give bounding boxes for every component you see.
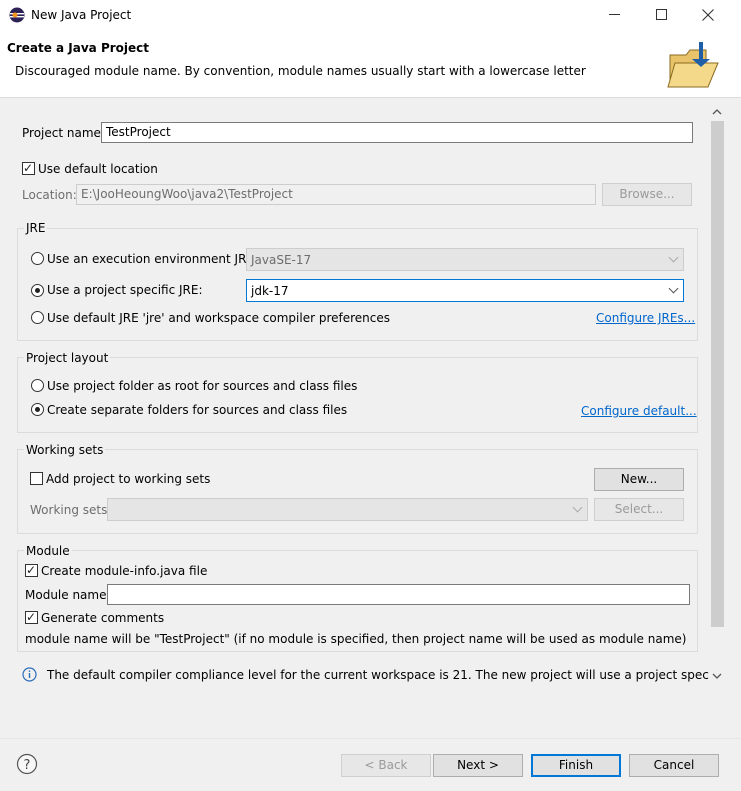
project-specific-jre-radio[interactable] bbox=[31, 284, 44, 297]
use-default-location-checkbox[interactable] bbox=[22, 161, 35, 175]
info-icon bbox=[22, 667, 37, 682]
project-name-field[interactable]: TestProject bbox=[101, 122, 693, 143]
chevron-down-icon bbox=[668, 252, 679, 263]
finish-button[interactable]: Finish bbox=[531, 754, 621, 777]
banner-message: Discouraged module name. By convention, … bbox=[15, 64, 586, 78]
generate-comments-checkbox[interactable] bbox=[25, 610, 38, 624]
cancel-button[interactable]: Cancel bbox=[629, 754, 719, 777]
project-name-label: Project name: bbox=[22, 126, 105, 140]
add-to-working-sets-label: Add project to working sets bbox=[46, 472, 211, 486]
jre-group-label: JRE bbox=[24, 220, 48, 236]
project-specific-jre-value: jdk-17 bbox=[251, 284, 289, 298]
working-sets-label: Working sets: bbox=[30, 503, 112, 517]
create-module-info-label: Create module-info.java file bbox=[41, 564, 208, 578]
create-module-info-checkbox[interactable] bbox=[25, 563, 38, 577]
exec-env-label: Use an execution environment JRE: bbox=[47, 252, 259, 266]
scroll-up-icon[interactable] bbox=[712, 108, 722, 116]
layout-separate-radio[interactable] bbox=[31, 403, 44, 416]
banner-title: Create a Java Project bbox=[7, 41, 150, 55]
use-default-location-label: Use default location bbox=[38, 162, 158, 176]
generate-comments-label: Generate comments bbox=[41, 611, 165, 625]
exec-env-value: JavaSE-17 bbox=[251, 253, 312, 267]
svg-text:?: ? bbox=[24, 758, 31, 773]
new-working-set-button[interactable]: New... bbox=[594, 468, 684, 491]
scroll-down-icon[interactable] bbox=[712, 672, 722, 680]
project-specific-jre-label: Use a project specific JRE: bbox=[47, 283, 203, 297]
title-bar: New Java Project bbox=[0, 0, 741, 31]
eclipse-icon bbox=[9, 7, 25, 23]
location-label: Location: bbox=[22, 188, 77, 202]
minimize-button[interactable] bbox=[609, 14, 620, 15]
layout-root-radio[interactable] bbox=[31, 379, 44, 392]
footer-divider bbox=[0, 738, 741, 739]
browse-button[interactable]: Browse... bbox=[602, 183, 692, 206]
chevron-down-icon bbox=[668, 283, 679, 294]
back-button[interactable]: < Back bbox=[341, 754, 431, 777]
project-layout-group-label: Project layout bbox=[24, 350, 111, 366]
module-name-label: Module name: bbox=[25, 588, 111, 602]
project-specific-jre-combo[interactable]: jdk-17 bbox=[246, 279, 684, 302]
default-jre-label: Use default JRE 'jre' and workspace comp… bbox=[47, 311, 391, 325]
default-jre-radio[interactable] bbox=[31, 311, 44, 324]
exec-env-radio[interactable] bbox=[31, 252, 44, 265]
layout-root-label: Use project folder as root for sources a… bbox=[47, 379, 358, 393]
scrollbar-thumb[interactable] bbox=[711, 121, 724, 627]
select-working-sets-button[interactable]: Select... bbox=[594, 498, 684, 521]
working-sets-group bbox=[17, 449, 698, 534]
location-field[interactable]: E:\JooHeoungWoo\java2\TestProject bbox=[76, 184, 596, 205]
info-message: The default compiler compliance level fo… bbox=[47, 668, 727, 682]
folder-wizard-icon bbox=[667, 42, 719, 88]
module-name-note: module name will be "TestProject" (if no… bbox=[25, 632, 687, 646]
wizard-banner: Create a Java Project Discouraged module… bbox=[0, 31, 741, 98]
configure-jres-link[interactable]: Configure JREs... bbox=[596, 310, 695, 326]
help-icon[interactable]: ? bbox=[16, 753, 38, 775]
maximize-button[interactable] bbox=[656, 9, 667, 20]
working-sets-combo[interactable] bbox=[107, 498, 588, 521]
chevron-down-icon bbox=[572, 502, 583, 513]
project-layout-group bbox=[17, 357, 698, 433]
window-title: New Java Project bbox=[31, 8, 132, 22]
working-sets-group-label: Working sets bbox=[24, 442, 106, 458]
module-group-label: Module bbox=[24, 543, 72, 559]
configure-default-link[interactable]: Configure default... bbox=[581, 403, 697, 419]
close-button[interactable] bbox=[702, 9, 714, 21]
exec-env-combo[interactable]: JavaSE-17 bbox=[246, 248, 684, 271]
next-button[interactable]: Next > bbox=[433, 754, 523, 777]
add-to-working-sets-checkbox[interactable] bbox=[30, 472, 43, 485]
layout-separate-label: Create separate folders for sources and … bbox=[47, 403, 348, 417]
module-name-field[interactable] bbox=[107, 584, 690, 605]
